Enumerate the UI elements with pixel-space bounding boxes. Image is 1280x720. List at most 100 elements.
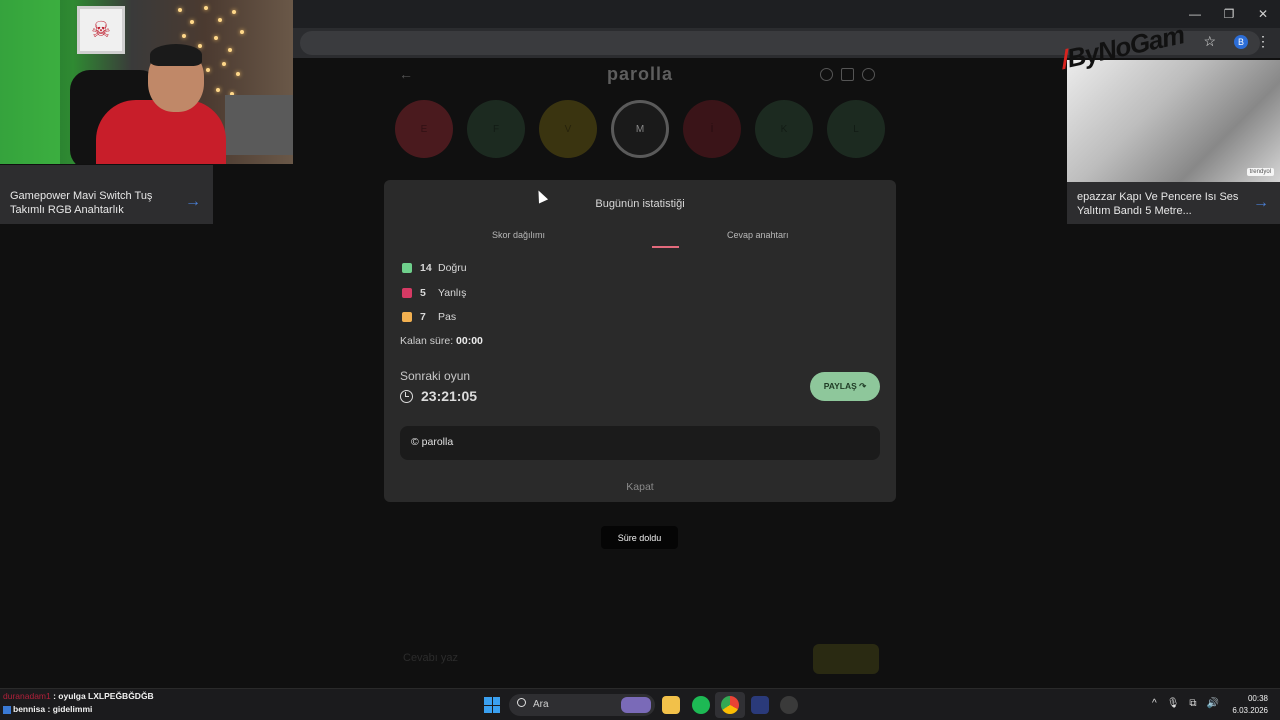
- ad-product-image: [1067, 60, 1280, 182]
- ad-card-right[interactable]: trendyol epazzar Kapı Ve Pencere Isı Ses…: [1067, 60, 1280, 224]
- pass-swatch: [402, 312, 412, 322]
- light-bulb: [204, 6, 208, 10]
- info-icon[interactable]: [820, 68, 833, 81]
- light-bulb: [232, 10, 236, 14]
- letter-circle: V: [539, 100, 597, 158]
- skull-logo-icon: ☠: [77, 6, 125, 54]
- taskbar-clock[interactable]: 00:38 6.03.2026: [1232, 693, 1268, 717]
- remaining-value: 00:00: [456, 335, 483, 347]
- letter-circle: İ: [683, 100, 741, 158]
- streamer-hair: [150, 44, 202, 66]
- light-bulb: [222, 62, 226, 66]
- light-bulb: [240, 30, 244, 34]
- light-bulb: [236, 72, 240, 76]
- arrow-right-icon[interactable]: →: [185, 193, 201, 211]
- tab-indicator: [652, 246, 679, 248]
- maximize-button[interactable]: ❐: [1212, 0, 1246, 28]
- chat-message: gidelimmi: [52, 704, 93, 714]
- next-game-time: 23:21:05: [421, 388, 478, 404]
- pass-count: 7: [420, 311, 426, 323]
- correct-swatch: [402, 263, 412, 273]
- clock-date: 6.03.2026: [1232, 706, 1268, 715]
- search-highlight-image: [621, 697, 651, 713]
- chat-badge-icon: [3, 705, 11, 714]
- pass-label: Pas: [438, 311, 457, 323]
- wrong-count: 5: [420, 287, 426, 299]
- spotify-icon[interactable]: [692, 696, 710, 714]
- light-bulb: [216, 88, 220, 92]
- search-label: Ara: [533, 699, 549, 710]
- letter-circle: K: [755, 100, 813, 158]
- remaining-time: Kalan süre: 00:00: [400, 335, 483, 347]
- correct-label: Doğru: [438, 262, 467, 274]
- chat-line: bennisa : gidelimmi: [3, 703, 154, 716]
- share-text-box[interactable]: © parolla: [400, 426, 880, 460]
- ad-left-text: Gamepower Mavi Switch Tuş Takımlı RGB An…: [10, 190, 153, 216]
- arrow-right-icon[interactable]: →: [1253, 194, 1269, 212]
- user-icon[interactable]: [862, 68, 875, 81]
- wrong-label: Yanlış: [438, 287, 467, 299]
- neon-light: [0, 0, 60, 164]
- system-tray: ^ 🎙 ⧉ 🔊: [1152, 698, 1219, 709]
- window-controls: — ❐ ✕: [1178, 0, 1280, 28]
- profile-avatar[interactable]: B: [1234, 35, 1248, 49]
- taskbar-search[interactable]: Ara: [509, 694, 655, 716]
- screen: — ❐ ✕ ☆ B ⋮ ← parolla EFVMİKL Cevabı yaz…: [0, 0, 1280, 720]
- light-bulb: [190, 20, 194, 24]
- game-logo: parolla: [606, 64, 674, 84]
- ad-right-text: epazzar Kapı Ve Pencere Isı Ses Yalıtım …: [1077, 191, 1239, 217]
- ad-card-left[interactable]: Gamepower Mavi Switch Tuş Takımlı RGB An…: [0, 165, 213, 224]
- next-game-countdown: 23:21:05: [400, 388, 477, 404]
- minimize-button[interactable]: —: [1178, 0, 1212, 28]
- light-bulb: [228, 48, 232, 52]
- app-icon[interactable]: [751, 696, 769, 714]
- light-bulb: [218, 18, 222, 22]
- app-icon[interactable]: [780, 696, 798, 714]
- tray-chevron-icon[interactable]: ^: [1152, 698, 1157, 709]
- close-modal-button[interactable]: Kapat: [384, 481, 896, 493]
- clock-icon: [400, 389, 413, 403]
- chat-line: duranadam1 : oyulga LXLPEĞBĞDĞB: [3, 691, 154, 701]
- answer-input[interactable]: Cevabı yaz: [395, 644, 815, 674]
- display-icon[interactable]: ⧉: [1189, 698, 1196, 709]
- tab-answer-key[interactable]: Cevap anahtarı: [727, 230, 789, 240]
- light-bulb: [206, 68, 210, 72]
- correct-count: 14: [420, 262, 432, 274]
- start-button[interactable]: [484, 697, 500, 713]
- volume-icon[interactable]: 🔊: [1207, 698, 1219, 709]
- light-bulb: [198, 44, 202, 48]
- microphone-icon[interactable]: 🎙: [1167, 698, 1180, 709]
- stat-row-pass: 7 Pas: [402, 311, 456, 323]
- light-bulb: [214, 36, 218, 40]
- light-bulb: [178, 8, 182, 12]
- chat-username: bennisa: [13, 704, 46, 714]
- stream-chat: duranadam1 : oyulga LXLPEĞBĞDĞB bennisa …: [3, 690, 154, 716]
- next-game-label: Sonraki oyun: [400, 369, 471, 383]
- share-button[interactable]: PAYLAŞ ↷: [810, 372, 880, 401]
- wrong-swatch: [402, 288, 412, 298]
- letter-circle: E: [395, 100, 453, 158]
- close-window-button[interactable]: ✕: [1246, 0, 1280, 28]
- bookmark-star-icon[interactable]: ☆: [1203, 33, 1216, 50]
- webcam-monitor: [225, 95, 293, 155]
- chrome-icon[interactable]: [721, 696, 739, 714]
- tab-score-distribution[interactable]: Skor dağılımı: [492, 230, 545, 240]
- stats-icon[interactable]: [841, 68, 854, 81]
- ad-badge: trendyol: [1246, 168, 1274, 176]
- streamer-body: [96, 100, 226, 164]
- letter-circle: M: [611, 100, 669, 158]
- file-explorer-icon[interactable]: [662, 696, 680, 714]
- letter-circle: L: [827, 100, 885, 158]
- game-header-icons: [820, 68, 875, 81]
- answer-submit-button[interactable]: [813, 644, 879, 674]
- remaining-label: Kalan süre:: [400, 335, 454, 347]
- letter-circles: EFVMİKL: [395, 100, 885, 158]
- stats-modal: Bugünün istatistiği Skor dağılımı Cevap …: [384, 180, 896, 502]
- windows-taskbar: Ara ^ 🎙 ⧉ 🔊 00:38 6.03.2026: [0, 688, 1280, 720]
- time-up-toast: Süre doldu: [601, 526, 678, 549]
- webcam-overlay: ☠: [0, 0, 293, 164]
- chat-message: oyulga LXLPEĞBĞDĞB: [58, 691, 154, 701]
- stat-row-wrong: 5 Yanlış: [402, 287, 466, 299]
- letter-circle: F: [467, 100, 525, 158]
- browser-menu-icon[interactable]: ⋮: [1256, 33, 1270, 50]
